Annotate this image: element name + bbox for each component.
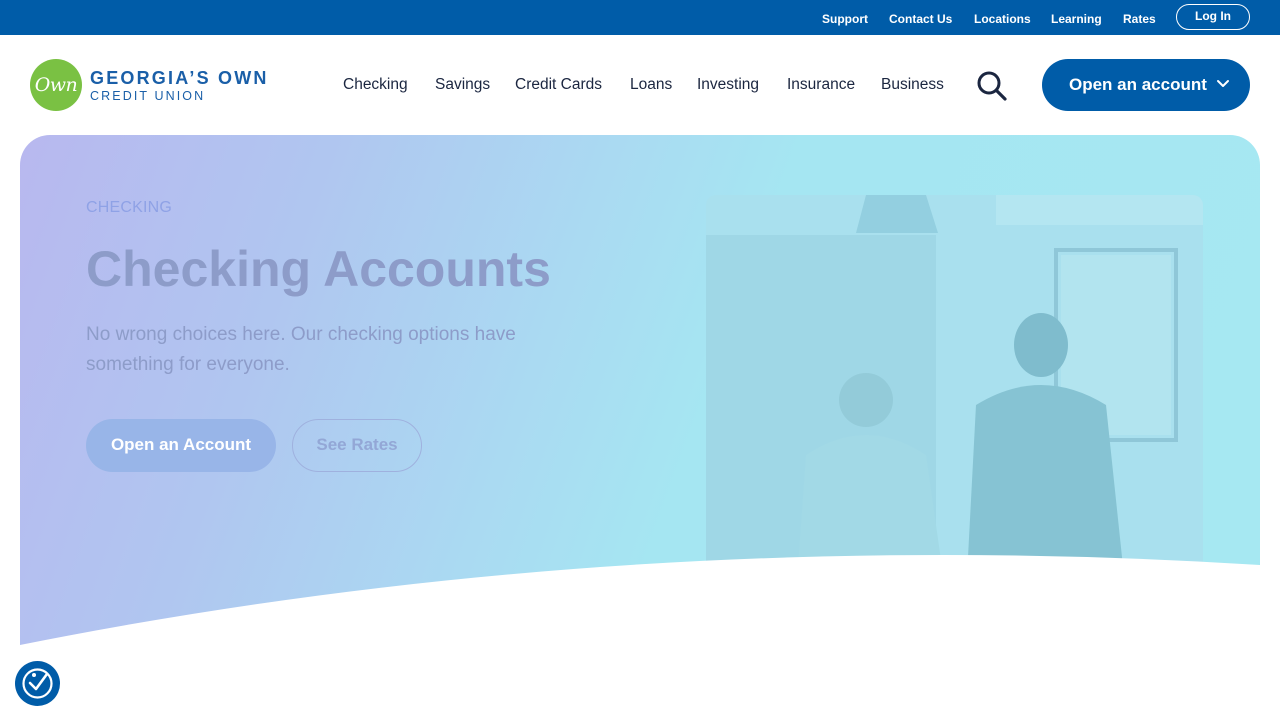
hero-wave xyxy=(20,555,1260,655)
logo-name: GEORGIA’S OWN xyxy=(90,68,269,88)
site-header: Own GEORGIA’S OWN CREDIT UNION Checking … xyxy=(0,35,1280,135)
open-account-label: Open an account xyxy=(1069,75,1207,94)
utility-link-learning[interactable]: Learning xyxy=(1051,12,1102,26)
utility-link-rates[interactable]: Rates xyxy=(1123,12,1156,26)
open-account-dropdown-button[interactable]: Open an account xyxy=(1042,59,1250,111)
hero-description: No wrong choices here. Our checking opti… xyxy=(86,324,516,375)
utility-link-contact-us[interactable]: Contact Us xyxy=(889,12,952,26)
logo[interactable]: Own GEORGIA’S OWN CREDIT UNION xyxy=(30,59,275,113)
hero-title: Checking Accounts xyxy=(86,241,551,297)
hero-section xyxy=(20,135,1260,655)
see-rates-button[interactable]: See Rates xyxy=(292,419,422,472)
hero-eyebrow: CHECKING xyxy=(86,199,173,216)
accessibility-icon xyxy=(22,668,53,699)
accessibility-button[interactable] xyxy=(15,661,60,706)
nav-item-savings[interactable]: Savings xyxy=(435,76,490,94)
utility-bar: Support Contact Us Locations Learning Ra… xyxy=(0,0,1280,35)
nav-item-insurance[interactable]: Insurance xyxy=(787,76,855,94)
nav-item-credit-cards[interactable]: Credit Cards xyxy=(515,76,602,94)
utility-link-locations[interactable]: Locations xyxy=(974,12,1031,26)
login-button[interactable]: Log In xyxy=(1176,4,1250,30)
logo-mark: Own xyxy=(30,59,82,111)
nav-item-checking[interactable]: Checking xyxy=(343,76,408,94)
nav-item-investing[interactable]: Investing xyxy=(697,76,759,94)
nav-item-loans[interactable]: Loans xyxy=(630,76,672,94)
logo-subtitle: CREDIT UNION xyxy=(90,89,206,103)
utility-link-support[interactable]: Support xyxy=(822,12,868,26)
nav-item-business[interactable]: Business xyxy=(881,76,944,94)
chevron-down-icon xyxy=(1217,80,1229,87)
open-an-account-button[interactable]: Open an Account xyxy=(86,419,276,472)
search-icon[interactable] xyxy=(976,71,1008,101)
